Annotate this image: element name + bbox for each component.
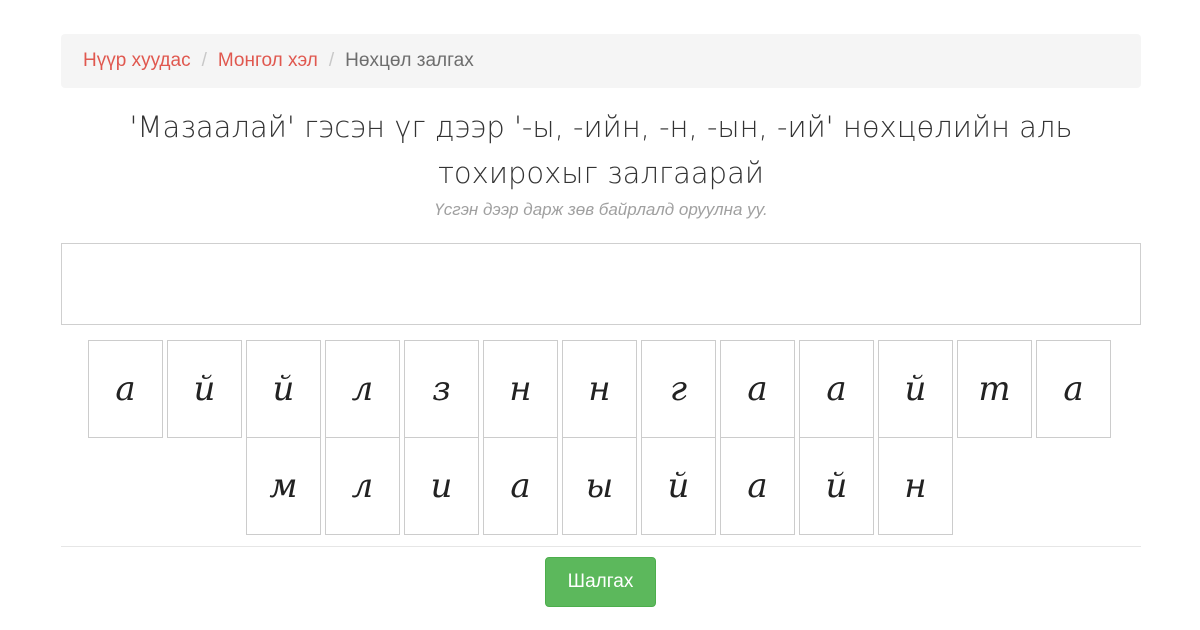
breadcrumb-separator: /	[201, 50, 207, 71]
letter-tile[interactable]: г	[641, 340, 716, 438]
breadcrumb: Нүүр хуудас / Монгол хэл / Нөхцөл залгах	[61, 34, 1141, 88]
letter-tile[interactable]: л	[325, 437, 400, 535]
check-button[interactable]: Шалгах	[545, 557, 656, 607]
task-hint: Үсгэн дээр дарж зөв байрлалд оруулна уу.	[434, 200, 768, 219]
letter-tiles: аййлзннгаайтамлиаыйайн	[88, 340, 1128, 536]
letter-tile[interactable]: а	[799, 340, 874, 438]
divider	[61, 546, 1141, 547]
letter-tile[interactable]: т	[957, 340, 1032, 438]
breadcrumb-home-link[interactable]: Нүүр хуудас	[83, 50, 191, 72]
letter-tile[interactable]: й	[878, 340, 953, 438]
letter-tile[interactable]: й	[167, 340, 242, 438]
letter-tile[interactable]: н	[562, 340, 637, 438]
letter-tile[interactable]: н	[483, 340, 558, 438]
letter-tile[interactable]: а	[720, 340, 795, 438]
letter-tile[interactable]: а	[483, 437, 558, 535]
letter-tile[interactable]: н	[878, 437, 953, 535]
letter-tile[interactable]: а	[88, 340, 163, 438]
letter-tile[interactable]: и	[404, 437, 479, 535]
letter-tile[interactable]: ы	[562, 437, 637, 535]
answer-drop-zone[interactable]	[61, 243, 1141, 325]
letter-tile[interactable]: й	[641, 437, 716, 535]
breadcrumb-mongolian-link[interactable]: Монгол хэл	[218, 50, 318, 72]
task-title: 'Мазаалай' гэсэн үг дээр '-ы, -ийн, -н, …	[129, 110, 1073, 190]
letter-tile[interactable]: а	[1036, 340, 1111, 438]
letter-tile[interactable]: м	[246, 437, 321, 535]
page: Нүүр хуудас / Монгол хэл / Нөхцөл залгах…	[0, 0, 1200, 630]
letter-tile[interactable]: й	[246, 340, 321, 438]
letter-tile[interactable]: л	[325, 340, 400, 438]
breadcrumb-separator: /	[328, 50, 335, 71]
letter-tile[interactable]: й	[799, 437, 874, 535]
breadcrumb-current: Нөхцөл залгах	[345, 50, 474, 71]
letter-tile[interactable]: а	[720, 437, 795, 535]
letter-tile[interactable]: з	[404, 340, 479, 438]
